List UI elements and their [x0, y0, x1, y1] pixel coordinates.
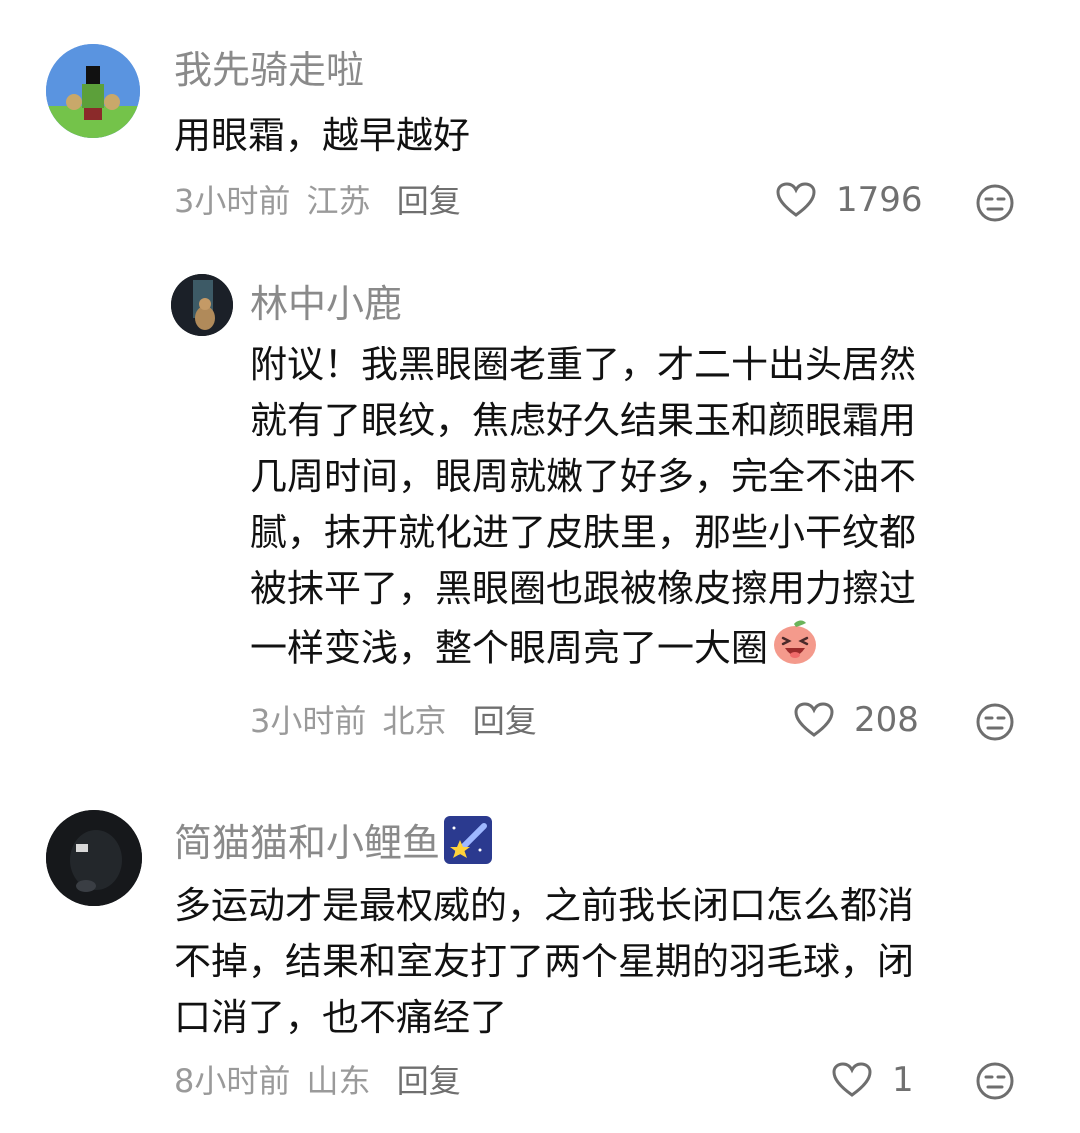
username[interactable]: 林中小鹿 [250, 285, 402, 323]
timestamp: 3小时前 [174, 182, 291, 220]
comment-text: 附议！我黑眼圈老重了，才二十出头居然 就有了眼纹，焦虑好久结果玉和颜眼霜用 几周… [250, 337, 1030, 683]
reply-button[interactable]: 回复 [473, 702, 537, 740]
timestamp: 3小时前 [250, 702, 367, 740]
text-line: 口消了，也不痛经了 [174, 996, 507, 1039]
dislike-button[interactable] [975, 1061, 1015, 1105]
cartoon-character-icon [46, 44, 140, 138]
username[interactable]: 我先骑走啦 [174, 51, 364, 89]
avatar[interactable] [171, 274, 233, 336]
like-button[interactable]: 208 [794, 702, 919, 738]
reply-button[interactable]: 回复 [397, 182, 461, 220]
text-line: 多运动才是最权威的，之前我长闭口怎么都消 [174, 884, 914, 927]
heart-icon [832, 1062, 872, 1097]
comment-3: 简猫猫和小鲤鱼 多运动才是最权威的，之前我长闭口怎么都消 不掉，结果和室友打了两… [0, 760, 1080, 1133]
comment-text: 用眼霜，越早越好 [174, 114, 470, 157]
comment-2-reply: 林中小鹿 附议！我黑眼圈老重了，才二十出头居然 就有了眼纹，焦虑好久结果玉和颜眼… [0, 250, 1080, 760]
like-button[interactable]: 1796 [776, 182, 923, 218]
comment-meta: 3小时前 江苏 回复 [174, 185, 461, 217]
text-line-last: 一样变浅，整个眼周亮了一大圈 [250, 617, 1030, 683]
comment-text: 多运动才是最权威的，之前我长闭口怎么都消 不掉，结果和室友打了两个星期的羽毛球，… [174, 878, 1034, 1046]
avatar[interactable] [46, 810, 142, 906]
username: 简猫猫和小鲤鱼 [174, 816, 493, 870]
timestamp: 8小时前 [174, 1062, 291, 1100]
dislike-button[interactable] [975, 702, 1015, 746]
meh-face-icon [976, 184, 1014, 222]
comment-1: 我先骑走啦 用眼霜，越早越好 3小时前 江苏 回复 1796 [0, 0, 1080, 250]
heart-icon [776, 182, 816, 217]
text-line: 不掉，结果和室友打了两个星期的羽毛球，闭 [174, 940, 914, 983]
text-line: 被抹平了，黑眼圈也跟被橡皮擦用力擦过 [250, 567, 916, 610]
heart-icon [794, 702, 834, 737]
text-line: 腻，抹开就化进了皮肤里，那些小干纹都 [250, 511, 916, 554]
like-count: 208 [854, 700, 919, 740]
text-line: 几周时间，眼周就嫩了好多，完全不油不 [250, 455, 916, 498]
username-text[interactable]: 简猫猫和小鲤鱼 [174, 824, 440, 862]
meh-face-icon [976, 1062, 1014, 1100]
like-count: 1796 [836, 180, 923, 220]
like-button[interactable]: 1 [832, 1062, 914, 1098]
comment-meta: 8小时前 山东 回复 [174, 1065, 461, 1097]
cat-photo-icon [171, 274, 233, 336]
dark-photo-icon [46, 810, 142, 906]
text-line: 附议！我黑眼圈老重了，才二十出头居然 [250, 343, 916, 386]
text-line: 就有了眼纹，焦虑好久结果玉和颜眼霜用 [250, 399, 916, 442]
location: 江苏 [306, 182, 371, 220]
like-count: 1 [892, 1060, 914, 1100]
avatar[interactable] [46, 44, 140, 138]
reply-button[interactable]: 回复 [397, 1062, 461, 1100]
location: 北京 [382, 702, 447, 740]
text-line: 一样变浅，整个眼周亮了一大圈 [250, 626, 768, 670]
dislike-button[interactable] [975, 183, 1015, 227]
location: 山东 [306, 1062, 371, 1100]
laughing-peach-emoji-icon [770, 617, 820, 683]
shooting-star-emoji-icon [444, 816, 493, 870]
comment-meta: 3小时前 北京 回复 [250, 705, 537, 737]
meh-face-icon [976, 703, 1014, 741]
